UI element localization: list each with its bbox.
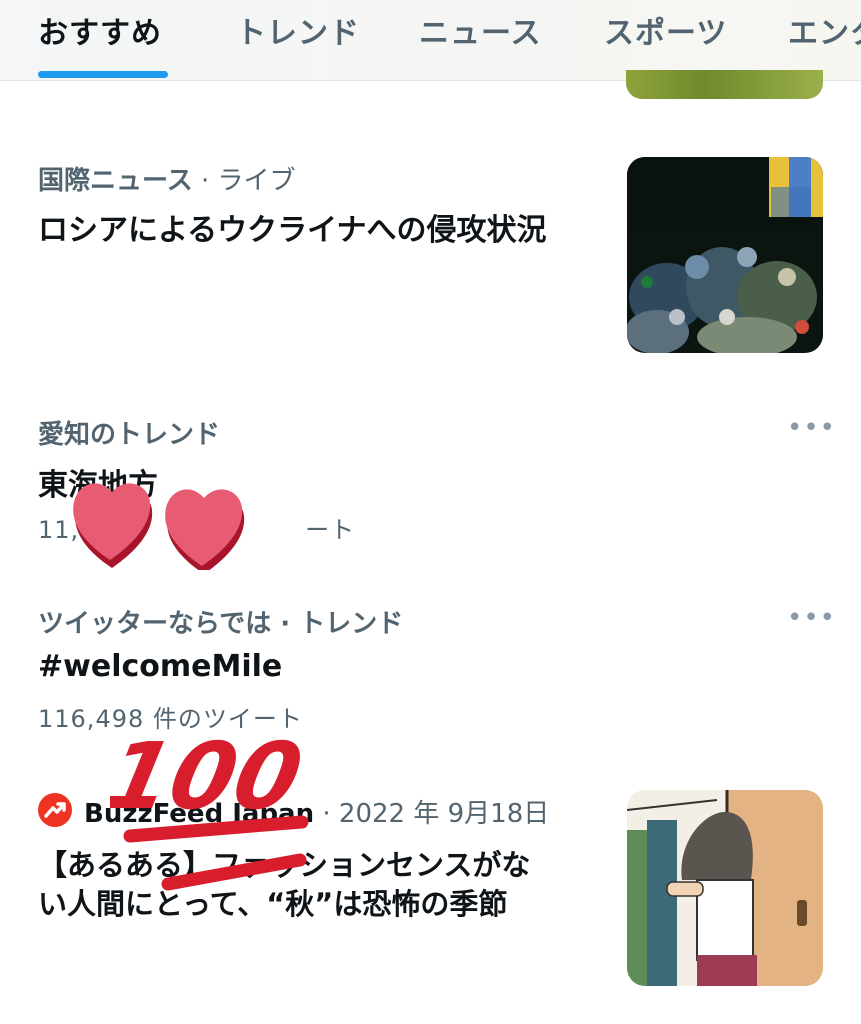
trend-category: ツイッターならでは · トレンド xyxy=(38,603,403,640)
previous-item-thumbnail[interactable] xyxy=(626,70,823,99)
tab-trending[interactable]: トレンド xyxy=(236,8,360,52)
count-suffix: ート xyxy=(305,516,356,544)
item-category: 国際ニュース xyxy=(38,166,193,196)
tab-recommended[interactable]: おすすめ xyxy=(38,8,162,52)
hundred-text: 100 xyxy=(110,728,311,830)
article-thumbnail[interactable] xyxy=(627,790,823,986)
tab-news[interactable]: ニュース xyxy=(419,8,542,52)
more-options-icon[interactable]: ••• xyxy=(787,413,836,443)
heart-stickers xyxy=(73,483,245,570)
news-thumbnail[interactable] xyxy=(627,157,823,353)
more-options-icon[interactable]: ••• xyxy=(787,603,836,633)
meta-separator: · xyxy=(200,166,210,196)
live-status: ライブ xyxy=(217,166,296,196)
tab-entertainment[interactable]: エンタ xyxy=(788,8,861,52)
item-meta: 国際ニュース · ライブ xyxy=(38,160,296,197)
buzzfeed-logo-icon xyxy=(38,793,72,827)
trend-category-label: ツイッターならでは · トレンド xyxy=(38,609,404,639)
trend-category-label: 愛知のトレンド xyxy=(38,420,221,450)
article-date: · 2022 年 9月18日 xyxy=(322,799,550,829)
hundred-emoji-sticker: 100 xyxy=(110,728,311,891)
tab-sports[interactable]: スポーツ xyxy=(604,8,727,52)
trend-title[interactable]: #welcomeMile xyxy=(38,649,282,684)
item-title[interactable]: ロシアによるウクライナへの侵攻状況 xyxy=(38,205,547,249)
active-tab-indicator xyxy=(38,71,168,78)
trend-category: 愛知のトレンド xyxy=(38,414,220,451)
explore-tab-bar: おすすめ トレンド ニュース スポーツ エンタ xyxy=(0,0,861,81)
